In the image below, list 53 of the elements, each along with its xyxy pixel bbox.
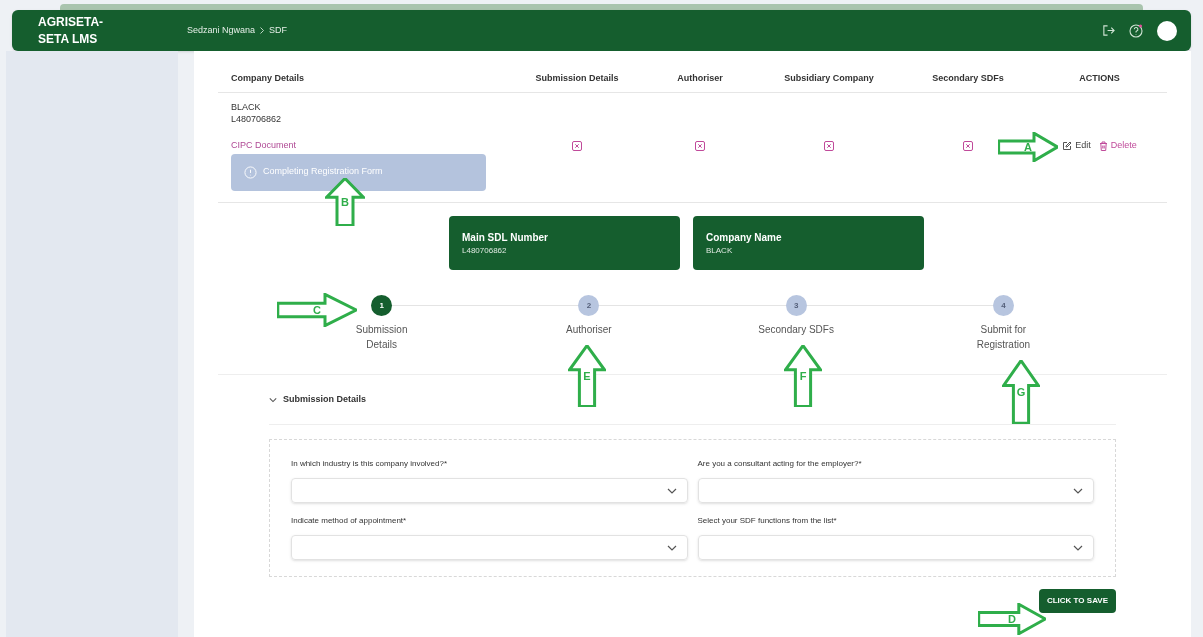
step-label: Submission Details	[354, 323, 409, 352]
status-banner: Completing Registration Form	[231, 153, 486, 191]
save-button[interactable]: CLICK TO SAVE	[1038, 589, 1116, 613]
field-label: In which industry is this company involved?*	[291, 458, 449, 470]
delete-button[interactable]: Delete	[1098, 139, 1137, 153]
brand-title: AGRISETA-SETA LMS	[37, 13, 105, 48]
chevron-down-icon	[666, 487, 677, 494]
chevron-down-icon	[1073, 487, 1083, 494]
step-label: Authoriser	[565, 323, 613, 337]
annotation-arrow: A	[998, 132, 1058, 162]
column-header: Submission Details	[534, 71, 620, 85]
close-box-icon	[824, 140, 834, 151]
company-name: BLACK	[231, 101, 262, 113]
annotation-arrow: C	[277, 293, 357, 327]
chevron-down-icon	[269, 396, 277, 403]
annotation-arrow: G	[1002, 360, 1040, 424]
column-header: Secondary SDFs	[931, 71, 1005, 85]
field-label: Select your SDF functions from the list*	[697, 515, 838, 527]
close-box-icon	[695, 140, 705, 151]
select-field[interactable]	[697, 478, 1094, 503]
field-label: Indicate method of appointment*	[291, 515, 408, 527]
chevron-right-icon	[260, 27, 265, 34]
info-icon	[244, 165, 257, 179]
annotation-arrow: B	[325, 178, 365, 226]
info-card: Main SDL Number L480706862	[449, 216, 680, 270]
select-field[interactable]	[697, 535, 1094, 560]
close-box-icon	[963, 140, 973, 151]
sdl-number: L480706862	[231, 113, 283, 125]
column-header: Authoriser	[676, 71, 724, 85]
column-header: Subsidiary Company	[783, 71, 875, 85]
edit-button[interactable]: Edit	[1062, 139, 1091, 153]
trash-icon	[1098, 140, 1108, 151]
info-card: Company Name BLACK	[693, 216, 924, 270]
annotation-arrow: E	[568, 345, 606, 407]
logout-icon[interactable]	[1102, 24, 1115, 37]
chevron-down-icon	[1073, 544, 1083, 551]
avatar[interactable]	[1157, 20, 1177, 41]
document-link[interactable]: CIPC Document	[231, 139, 518, 153]
chevron-down-icon	[666, 544, 677, 551]
step-label: Secondary SDFs	[757, 323, 835, 337]
help-icon[interactable]	[1129, 23, 1143, 38]
edit-icon	[1062, 140, 1073, 151]
select-field[interactable]	[291, 535, 688, 560]
annotation-arrow: D	[978, 603, 1046, 635]
column-header: ACTIONS	[1078, 71, 1121, 85]
annotation-arrow: F	[784, 345, 822, 407]
column-header: Company Details	[230, 71, 306, 85]
step-label: Submit for Registration	[975, 323, 1032, 352]
field-label: Are you a consultant acting for the employer?*	[697, 458, 863, 470]
close-box-icon	[572, 140, 582, 151]
breadcrumb-item[interactable]: Sedzani Ngwana	[187, 23, 256, 38]
breadcrumb-item[interactable]: SDF	[269, 23, 288, 38]
select-field[interactable]	[291, 478, 688, 503]
